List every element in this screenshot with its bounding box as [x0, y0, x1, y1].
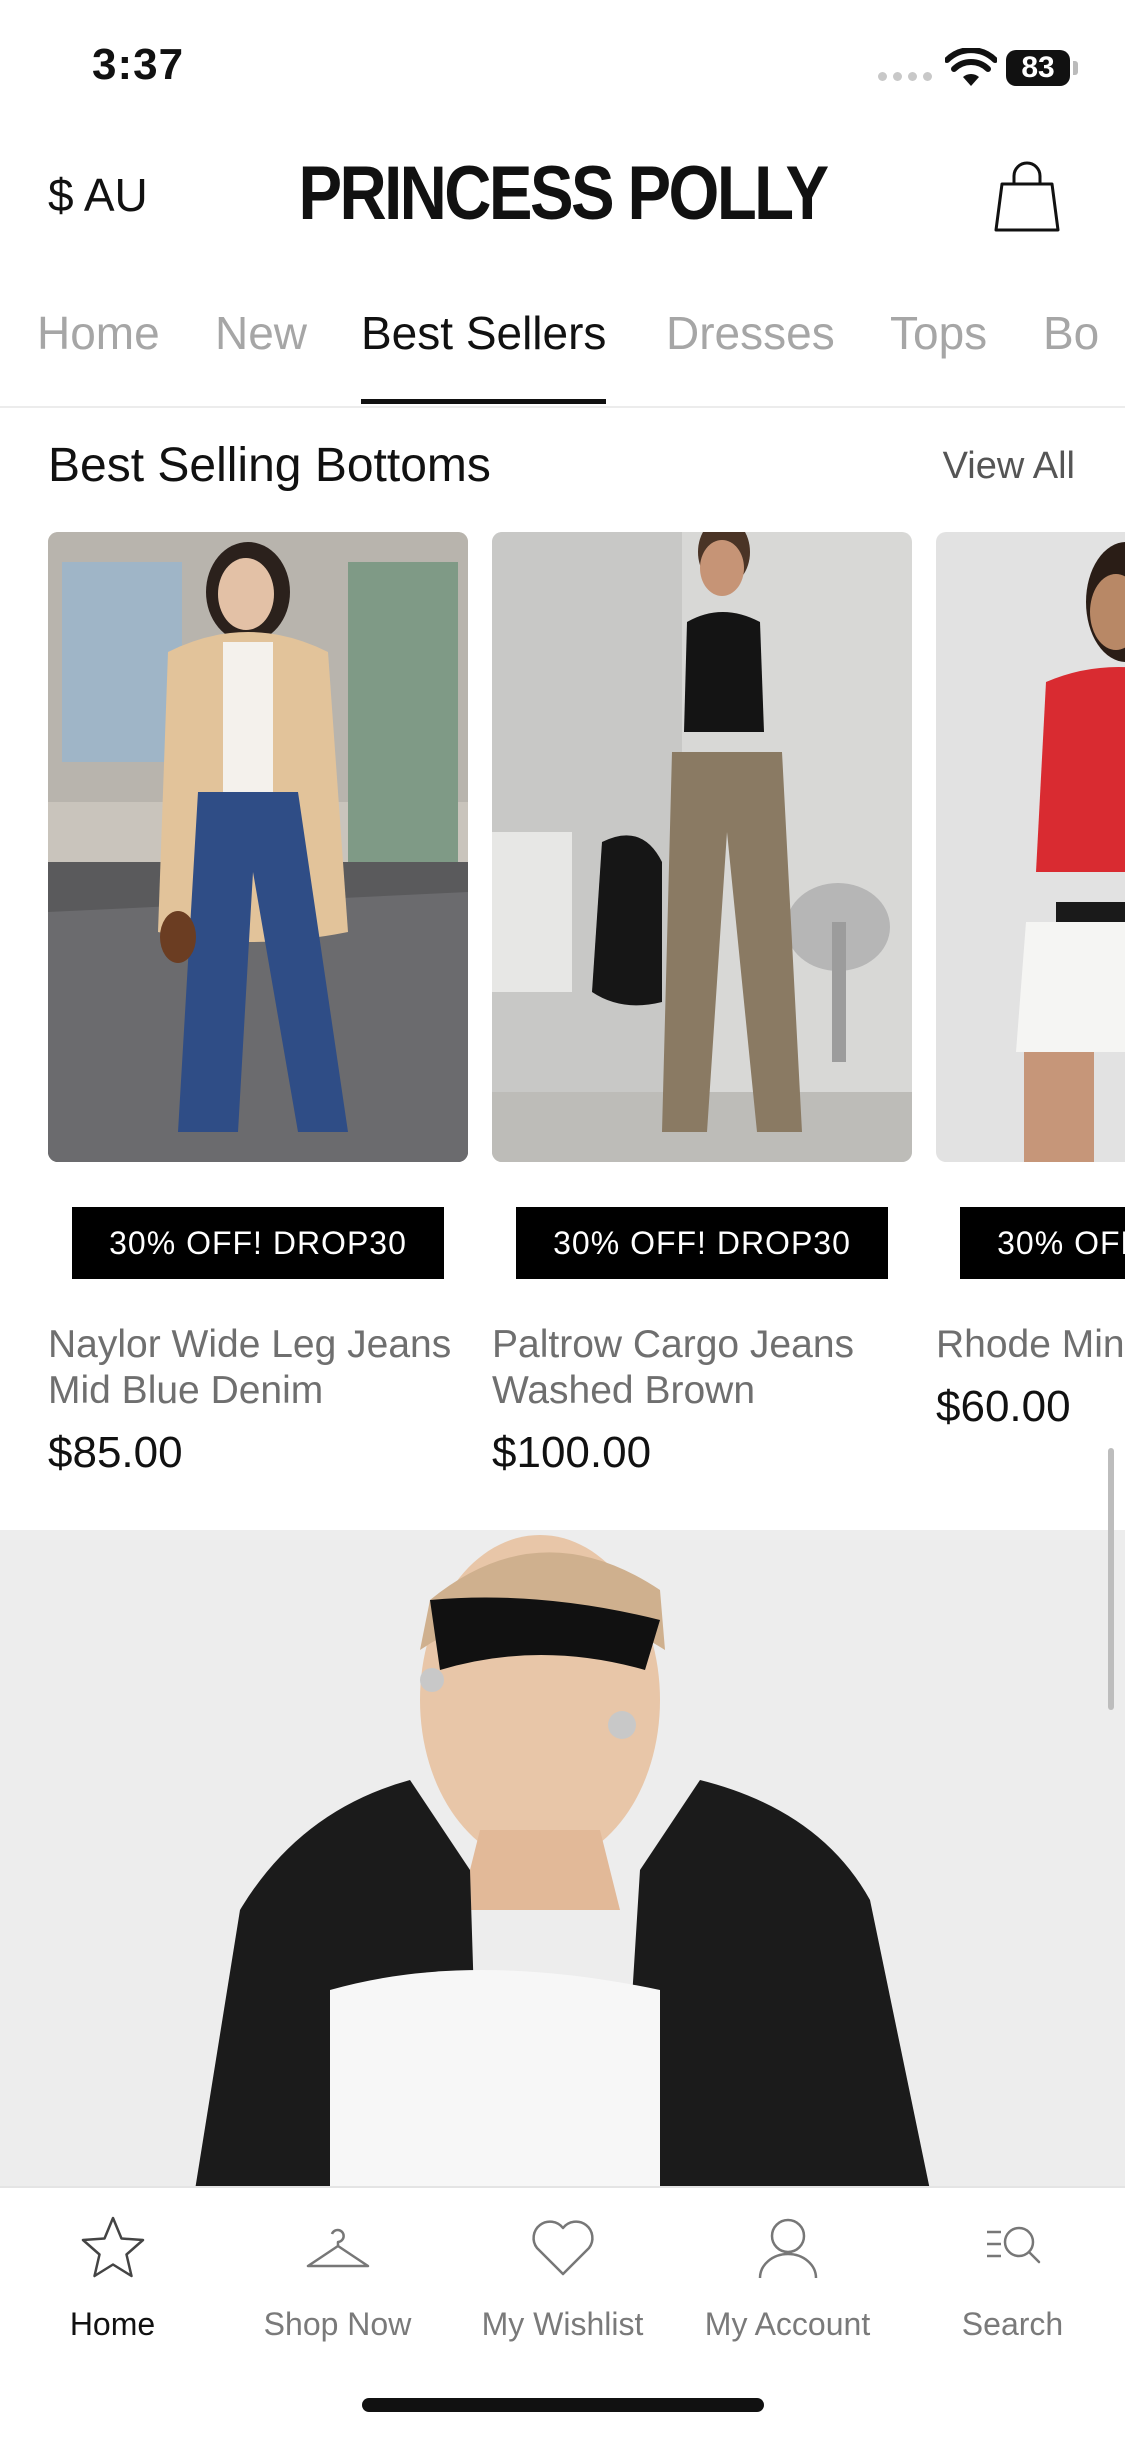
heart-icon	[531, 2220, 594, 2276]
nav-my-account[interactable]: My Account	[675, 2212, 900, 2343]
product-image[interactable]	[936, 532, 1125, 1162]
section-title: Best Selling Bottoms	[48, 439, 491, 492]
product-price: $85.00	[48, 1428, 183, 1477]
product-name[interactable]: Rhode Mini	[936, 1322, 1125, 1368]
battery-icon: 83	[1006, 50, 1070, 86]
scrollbar[interactable]	[1108, 1448, 1114, 1710]
star-icon	[81, 2216, 144, 2278]
shopping-bag-icon[interactable]	[992, 160, 1062, 234]
nav-label: My Wishlist	[481, 2306, 644, 2342]
nav-shop-now[interactable]: Shop Now	[225, 2212, 450, 2343]
product-card[interactable]: 30% OFF! DROP30 Naylor Wide Leg Jeans Mi…	[48, 532, 468, 1477]
product-carousel[interactable]: 30% OFF! DROP30 Naylor Wide Leg Jeans Mi…	[0, 532, 1125, 1492]
person-icon	[758, 2218, 817, 2279]
promo-badge: 30% OFF! DROP30	[72, 1207, 444, 1279]
product-price: $60.00	[936, 1382, 1071, 1431]
banner-image	[0, 1530, 1125, 2190]
product-image[interactable]	[48, 532, 468, 1162]
nav-my-wishlist[interactable]: My Wishlist	[450, 2212, 675, 2343]
tab-best-sellers[interactable]: Best Sellers	[361, 306, 607, 404]
cellular-signal-icon	[878, 72, 932, 81]
product-name[interactable]: Paltrow Cargo Jeans Washed Brown	[492, 1322, 932, 1414]
category-tabs: Home New Best Sellers Dresses Tops Bo	[0, 290, 1125, 408]
product-name-line: Mid Blue Denim	[48, 1369, 324, 1412]
product-name-line: Paltrow Cargo Jeans	[492, 1323, 855, 1366]
status-time: 3:37	[92, 40, 185, 89]
product-name-line: Washed Brown	[492, 1369, 756, 1412]
tab-tops[interactable]: Tops	[890, 306, 987, 404]
product-card[interactable]: 30% OFF! DROP30 Rhode Mini $60.00	[936, 532, 1125, 1431]
battery-cap	[1073, 61, 1078, 75]
product-image[interactable]	[492, 532, 912, 1162]
tab-dresses[interactable]: Dresses	[666, 306, 835, 404]
nav-home[interactable]: Home	[0, 2212, 225, 2343]
promo-badge: 30% OFF! DROP30	[960, 1207, 1125, 1279]
wifi-icon	[945, 48, 997, 86]
nav-label: My Account	[704, 2306, 871, 2342]
promo-banner[interactable]	[0, 1530, 1125, 2190]
nav-search[interactable]: Search	[900, 2212, 1125, 2343]
nav-label: Search	[961, 2306, 1064, 2342]
product-name-line: Rhode Mini	[936, 1323, 1125, 1366]
view-all-link[interactable]: View All	[943, 445, 1075, 488]
tab-bottoms[interactable]: Bo	[1043, 306, 1099, 404]
search-list-icon	[986, 2226, 1040, 2264]
tab-home[interactable]: Home	[37, 306, 160, 404]
product-name-line: Naylor Wide Leg Jeans	[48, 1323, 452, 1366]
status-bar: 3:37 83	[0, 0, 1125, 130]
hanger-icon	[306, 2228, 369, 2268]
nav-label: Home	[69, 2306, 156, 2342]
nav-label: Shop Now	[263, 2306, 412, 2342]
brand-logo[interactable]: PRINCESS POLLY	[79, 150, 1047, 237]
product-name[interactable]: Naylor Wide Leg Jeans Mid Blue Denim	[48, 1322, 488, 1414]
product-card[interactable]: 30% OFF! DROP30 Paltrow Cargo Jeans Wash…	[492, 532, 912, 1477]
tab-new[interactable]: New	[215, 306, 307, 404]
home-indicator	[362, 2398, 764, 2412]
promo-badge: 30% OFF! DROP30	[516, 1207, 888, 1279]
product-price: $100.00	[492, 1428, 652, 1477]
